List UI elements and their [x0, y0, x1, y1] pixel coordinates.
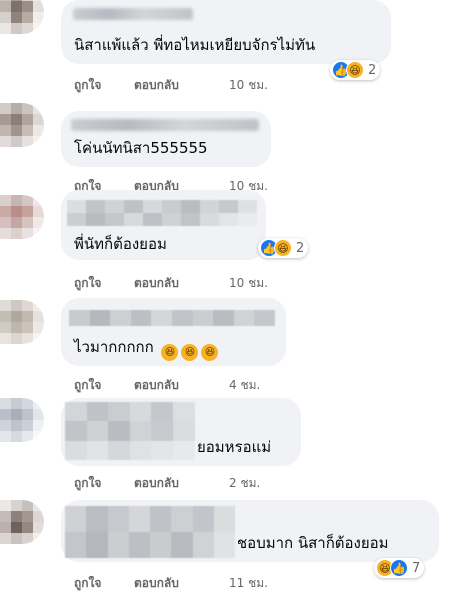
- comment-text: ชอบมาก นิสาก็ต้องยอม: [237, 534, 389, 552]
- reply-button[interactable]: ตอบกลับ: [134, 274, 229, 293]
- comment-text: ยอมหรอแม่: [197, 438, 272, 456]
- comment-bubble: ยอมหรอแม่: [61, 398, 301, 466]
- reaction-summary[interactable]: 👍 😆 2: [258, 238, 309, 258]
- reply-button[interactable]: ตอบกลับ: [134, 76, 229, 95]
- blurred-author-name: [65, 506, 235, 558]
- comment-time[interactable]: 10 ชม.: [229, 274, 268, 293]
- comment-time[interactable]: 10 ชม.: [229, 76, 268, 95]
- comment-bubble: พี่นัทก็ต้องยอม: [61, 190, 266, 260]
- blurred-author-name: [67, 200, 257, 226]
- like-button[interactable]: ถูกใจ: [74, 376, 134, 395]
- reaction-summary[interactable]: 👍 😆 2: [330, 60, 381, 80]
- like-icon: 👍: [390, 559, 408, 577]
- comment-text: นิสาแพ้แล้ว พี่ทอไหมเหยียบจักรไม่ทัน: [74, 36, 316, 54]
- laugh-emoji: 😆: [161, 344, 179, 361]
- comment-text: โค่นนัทนิสา555555: [74, 139, 208, 157]
- comment-actions: ถูกใจ ตอบกลับ 10 ชม.: [74, 274, 268, 293]
- laugh-emoji: 😆: [201, 344, 219, 361]
- avatar[interactable]: [0, 500, 44, 544]
- reply-button[interactable]: ตอบกลับ: [134, 376, 229, 395]
- comment-bubble: ไวมากกกกก 😆 😆 😆: [61, 298, 286, 366]
- reaction-count: 2: [296, 240, 305, 256]
- blurred-author-name: [69, 310, 275, 326]
- comment-text-label: ไวมากกกกก: [74, 338, 154, 356]
- comment-actions: ถูกใจ ตอบกลับ 4 ชม.: [74, 376, 260, 395]
- avatar[interactable]: [0, 0, 44, 34]
- reaction-count: 2: [368, 62, 377, 78]
- comment-bubble: ชอบมาก นิสาก็ต้องยอม: [61, 500, 439, 562]
- laugh-emoji: 😆: [181, 344, 199, 361]
- comment-time[interactable]: 2 ชม.: [229, 474, 260, 493]
- like-button[interactable]: ถูกใจ: [74, 474, 134, 493]
- reply-button[interactable]: ตอบกลับ: [134, 574, 229, 593]
- comment-time[interactable]: 4 ชม.: [229, 376, 260, 395]
- avatar[interactable]: [0, 195, 44, 239]
- comment-text: ไวมากกกกก 😆 😆 😆: [74, 338, 219, 361]
- comment-text: พี่นัทก็ต้องยอม: [74, 235, 167, 253]
- avatar[interactable]: [0, 300, 44, 344]
- blurred-author-name: [71, 119, 259, 131]
- comment-bubble: นิสาแพ้แล้ว พี่ทอไหมเหยียบจักรไม่ทัน: [61, 0, 391, 64]
- comment-time[interactable]: 11 ชม.: [229, 574, 268, 593]
- like-button[interactable]: ถูกใจ: [74, 76, 134, 95]
- haha-icon: 😆: [274, 239, 292, 257]
- like-button[interactable]: ถูกใจ: [74, 574, 134, 593]
- comment-actions: ถูกใจ ตอบกลับ 11 ชม.: [74, 574, 268, 593]
- comment-bubble: โค่นนัทนิสา555555: [61, 111, 271, 167]
- like-button[interactable]: ถูกใจ: [74, 274, 134, 293]
- haha-icon: 😆: [346, 61, 364, 79]
- reaction-summary[interactable]: 😆 👍 7: [374, 558, 425, 578]
- reaction-count: 7: [412, 560, 421, 576]
- comment-actions: ถูกใจ ตอบกลับ 2 ชม.: [74, 474, 260, 493]
- comment-actions: ถูกใจ ตอบกลับ 10 ชม.: [74, 76, 268, 95]
- blurred-author-name: [65, 402, 195, 460]
- reply-button[interactable]: ตอบกลับ: [134, 474, 229, 493]
- avatar[interactable]: [0, 103, 44, 147]
- avatar[interactable]: [0, 398, 44, 442]
- blurred-author-name: [73, 8, 193, 20]
